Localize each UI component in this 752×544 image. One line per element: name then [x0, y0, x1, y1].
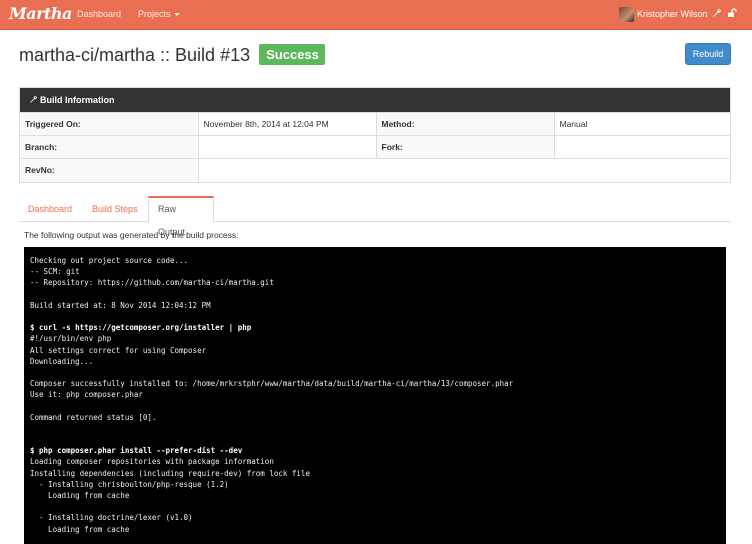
fork-label: Fork:	[376, 135, 555, 159]
branch-label: Branch:	[20, 135, 199, 159]
avatar[interactable]	[619, 7, 634, 22]
triggered-label: Triggered On:	[20, 112, 199, 136]
console-line: All settings correct for using Composer	[30, 345, 207, 355]
console-line: Use it: php composer.phar	[30, 390, 143, 400]
console-line: -- SCM: git	[30, 267, 80, 277]
table-row: Branch: Fork:	[20, 135, 730, 159]
revno-value	[198, 158, 730, 182]
unlock-icon[interactable]	[727, 8, 737, 18]
console-line: Loading composer repositories with packa…	[30, 457, 274, 467]
revno-label: RevNo:	[20, 158, 199, 182]
console-line: #!/usr/bin/env php	[30, 334, 112, 344]
panel-heading: Build Information	[20, 88, 730, 112]
tab-dashboard[interactable]: Dashboard	[19, 196, 81, 222]
console-line: Build started at: 8 Nov 2014 12:04:12 PM	[30, 300, 211, 310]
tab-raw-output[interactable]: Raw Output	[148, 196, 214, 237]
rebuild-button[interactable]: Rebuild	[685, 43, 731, 65]
build-tabs: Dashboard Build Steps Raw Output	[19, 196, 731, 237]
table-row: Triggered On: November 8th, 2014 at 12:0…	[20, 112, 730, 136]
console-line: Loading from cache	[30, 524, 130, 534]
build-output-console[interactable]: Checking out project source code... -- SC…	[24, 247, 726, 544]
console-line: $ curl -s https://getcomposer.org/instal…	[30, 323, 252, 333]
nav-projects-label: Projects	[138, 9, 171, 19]
method-value: Manual	[554, 112, 730, 136]
console-line: Composer successfully installed to: /hom…	[30, 379, 514, 389]
build-info-table: Triggered On: November 8th, 2014 at 12:0…	[20, 112, 730, 182]
status-badge: Success	[259, 44, 325, 65]
caret-down-icon	[173, 13, 180, 17]
user-name-link[interactable]: Kristopher Wilson	[637, 9, 708, 19]
navbar: Martha Dashboard Projects Kristopher Wil…	[0, 0, 752, 30]
console-line: Installing dependencies (including requi…	[30, 468, 310, 478]
table-row: RevNo:	[20, 158, 730, 182]
nav-dashboard-link[interactable]: Dashboard	[77, 9, 121, 19]
tab-build-steps[interactable]: Build Steps	[83, 196, 147, 222]
page-title: martha-ci/martha :: Build #13 Success	[19, 44, 325, 66]
console-line: $ php composer.phar install --prefer-dis…	[30, 446, 243, 456]
output-intro: The following output was generated by th…	[24, 230, 239, 240]
build-info-panel: Build Information Triggered On: November…	[19, 87, 731, 183]
build-title: martha-ci/martha :: Build #13	[19, 45, 251, 65]
console-line: - Installing chrisboulton/php-resque (1.…	[30, 479, 229, 489]
nav-projects-dropdown[interactable]: Projects	[138, 9, 180, 19]
console-line: Downloading...	[30, 356, 94, 366]
console-line: - Installing doctrine/lexer (v1.0)	[30, 513, 193, 523]
console-line: -- Repository: https://github.com/martha…	[30, 278, 274, 288]
console-line: Checking out project source code...	[30, 256, 189, 265]
method-label: Method:	[376, 112, 555, 136]
console-line: Loading from cache	[30, 490, 130, 500]
triggered-value: November 8th, 2014 at 12:04 PM	[198, 112, 377, 136]
wrench-icon	[30, 95, 37, 103]
branch-value	[198, 135, 377, 159]
brand-logo[interactable]: Martha	[9, 4, 72, 23]
console-line: Command returned status [0].	[30, 412, 157, 422]
panel-heading-label: Build Information	[40, 95, 115, 105]
wrench-icon[interactable]	[712, 8, 722, 18]
fork-value	[554, 135, 730, 159]
